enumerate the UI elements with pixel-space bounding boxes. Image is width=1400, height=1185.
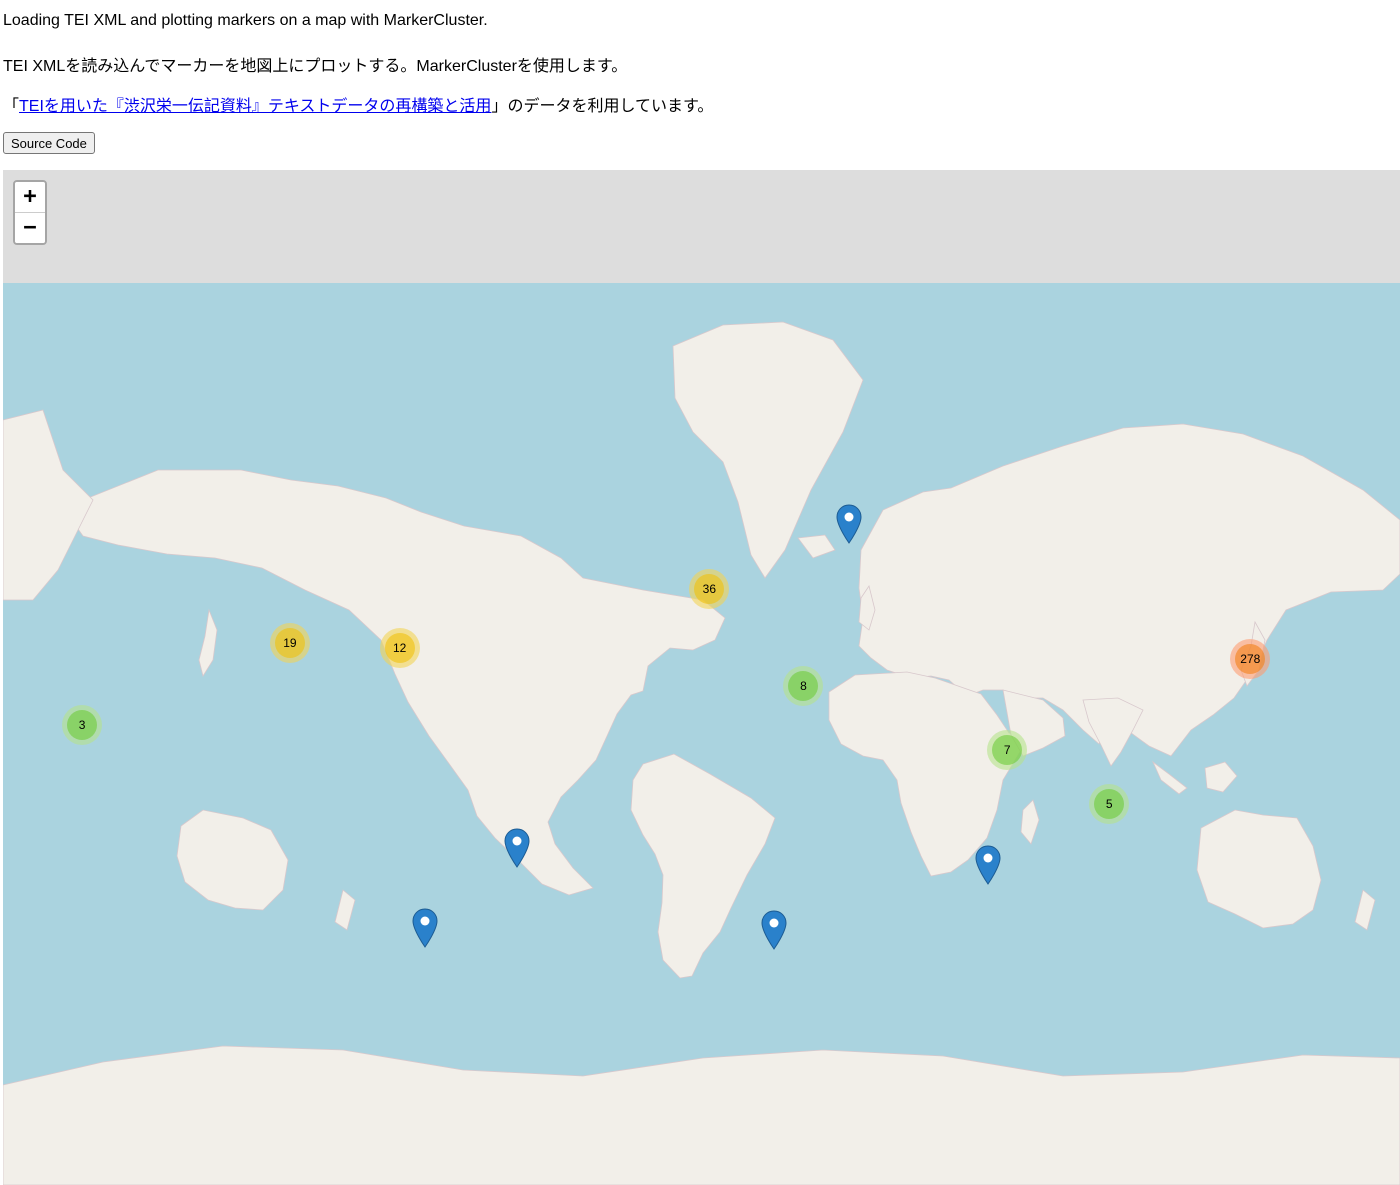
map-marker-pin-icon[interactable] [504, 828, 530, 869]
cluster-count: 7 [992, 734, 1023, 765]
source-code-button[interactable]: Source Code [3, 132, 95, 154]
marker-cluster[interactable]: 5 [1089, 783, 1130, 824]
marker-cluster[interactable]: 12 [379, 627, 420, 668]
cluster-count: 5 [1094, 788, 1125, 819]
zoom-control: + − [13, 180, 47, 245]
zoom-out-button[interactable]: − [15, 213, 45, 243]
intro-english: Loading TEI XML and plotting markers on … [3, 12, 488, 29]
map[interactable]: + − 19 12 3 36 8 7 5 278 [3, 170, 1400, 1185]
map-marker-pin-icon[interactable] [761, 910, 787, 951]
cluster-count: 12 [384, 632, 415, 663]
map-basemap [3, 170, 1400, 1185]
data-source-link[interactable]: TEIを用いた『渋沢栄一伝記資料』テキストデータの再構築と活用 [19, 98, 491, 115]
cluster-count: 19 [274, 627, 305, 658]
map-marker-pin-icon[interactable] [412, 908, 438, 948]
cluster-count: 3 [67, 709, 98, 740]
marker-cluster[interactable]: 278 [1230, 639, 1271, 679]
marker-cluster[interactable]: 36 [689, 568, 730, 609]
bracket-open: 「 [3, 98, 20, 115]
cluster-count: 278 [1235, 644, 1266, 674]
zoom-in-button[interactable]: + [15, 182, 45, 213]
map-marker-pin-icon[interactable] [836, 504, 862, 545]
intro-japanese: TEI XMLを読み込んでマーカーを地図上にプロットする。MarkerClust… [3, 58, 628, 75]
marker-cluster[interactable]: 19 [269, 622, 310, 663]
marker-cluster[interactable]: 8 [783, 665, 824, 706]
empty-tile-area [3, 170, 1400, 283]
data-source-note: 「TEIを用いた『渋沢栄一伝記資料』テキストデータの再構築と活用」のデータを利用… [3, 92, 713, 116]
cluster-count: 36 [694, 573, 725, 604]
marker-cluster[interactable]: 3 [62, 704, 103, 745]
source-note-suffix: 」のデータを利用しています。 [491, 98, 714, 115]
marker-cluster[interactable]: 7 [987, 729, 1028, 770]
cluster-count: 8 [788, 670, 819, 701]
map-marker-pin-icon[interactable] [975, 845, 1001, 885]
